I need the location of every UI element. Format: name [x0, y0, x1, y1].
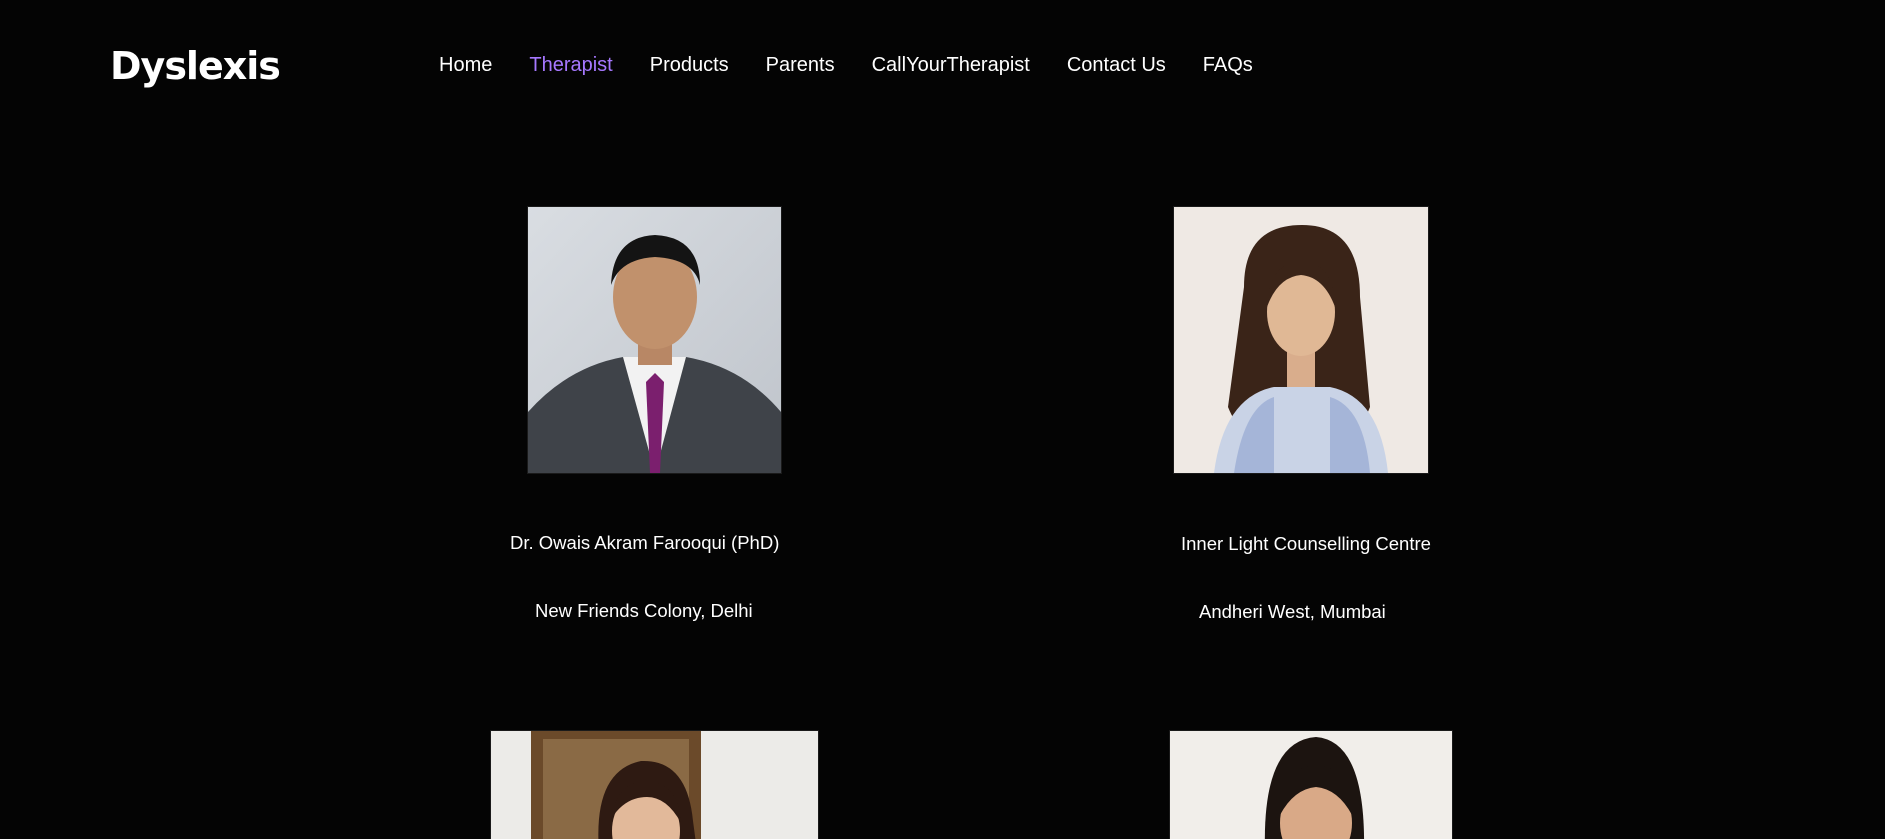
- nav-home[interactable]: Home: [439, 54, 492, 77]
- therapist-name: Dr. Owais Akram Farooqui (PhD): [510, 532, 780, 553]
- main-nav: Home Therapist Products Parents CallYour…: [439, 54, 1290, 77]
- site-logo[interactable]: Dyslexis: [110, 44, 281, 88]
- therapist-photo: [1169, 730, 1453, 839]
- site-header: Dyslexis Home Therapist Products Parents…: [0, 0, 1885, 135]
- page: Dyslexis Home Therapist Products Parents…: [0, 0, 1885, 839]
- therapist-name: Inner Light Counselling Centre: [1181, 533, 1431, 554]
- woman-portrait-image: [1170, 731, 1452, 839]
- woman-portrait-image: [1174, 207, 1428, 473]
- nav-parents[interactable]: Parents: [766, 54, 835, 77]
- therapist-photo: [1173, 206, 1429, 474]
- therapist-photo: [527, 206, 782, 474]
- nav-therapist[interactable]: Therapist: [529, 54, 612, 77]
- woman-portrait-image: [491, 731, 818, 839]
- therapist-photo: [490, 730, 819, 839]
- nav-faqs[interactable]: FAQs: [1203, 54, 1253, 77]
- therapist-location: Andheri West, Mumbai: [1199, 601, 1386, 622]
- therapist-location: New Friends Colony, Delhi: [535, 600, 753, 621]
- man-portrait-image: [528, 207, 781, 473]
- nav-contact-us[interactable]: Contact Us: [1067, 54, 1166, 77]
- nav-call-your-therapist[interactable]: CallYourTherapist: [872, 54, 1030, 77]
- nav-products[interactable]: Products: [650, 54, 729, 77]
